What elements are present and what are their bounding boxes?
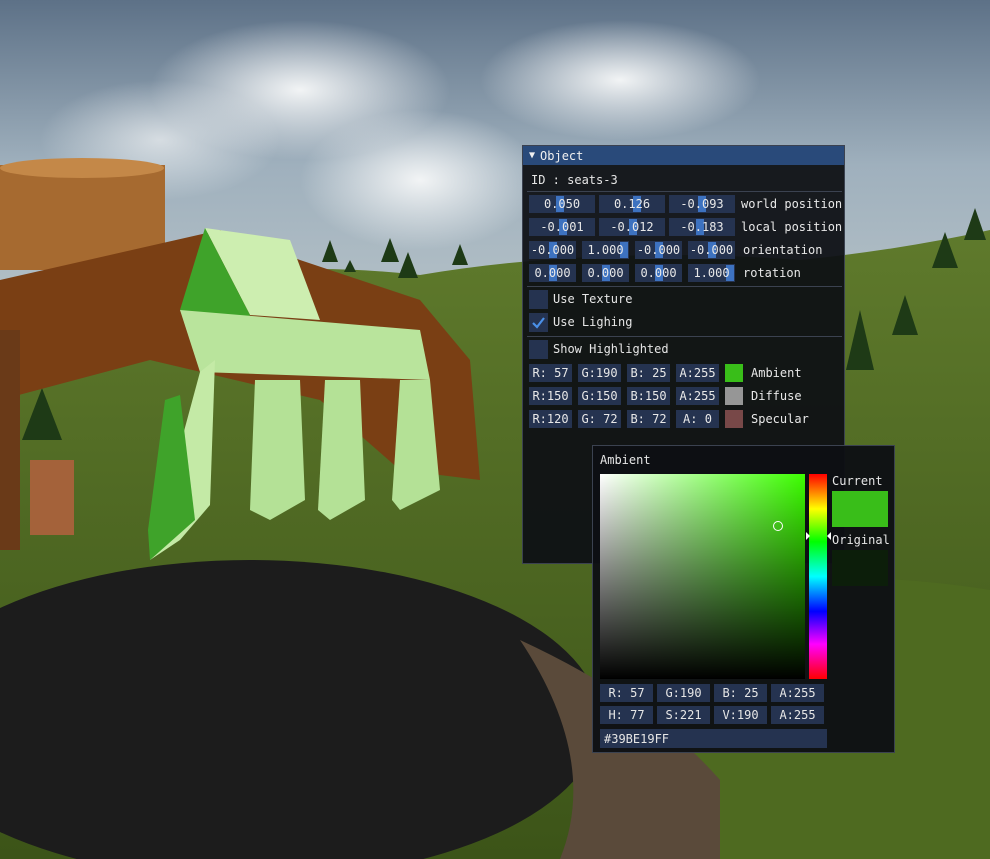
ambient-label: Ambient	[751, 365, 802, 380]
show-highlighted-checkbox[interactable]	[529, 340, 548, 359]
specular-label: Specular	[751, 411, 809, 426]
world-position-x[interactable]: 0.050	[529, 194, 595, 213]
rotation-w[interactable]: 1.000	[688, 263, 735, 282]
current-color-preview	[832, 491, 888, 527]
use-lighting-label: Use Lighing	[553, 315, 633, 329]
hue-marker-left-icon	[806, 532, 810, 540]
picker-a2-field[interactable]: A:255	[771, 706, 824, 724]
local-position-y[interactable]: -0.012	[599, 217, 665, 236]
picker-v-field[interactable]: V:190	[714, 706, 767, 724]
diffuse-row: R:150 G:150 B:150 A:255 Diffuse	[529, 386, 802, 405]
local-position-z[interactable]: -0.183	[669, 217, 735, 236]
world-position-row: 0.050 0.126 -0.093 world position	[529, 194, 842, 213]
picker-hsva-row: H: 77 S:221 V:190 A:255	[600, 706, 828, 724]
ambient-r-field[interactable]: R: 57	[529, 363, 572, 382]
hex-input[interactable]: #39BE19FF	[600, 729, 827, 748]
specular-row: R:120 G: 72 B: 72 A: 0 Specular	[529, 409, 809, 428]
ambient-g-field[interactable]: G:190	[578, 363, 621, 382]
checkmark-icon	[532, 317, 545, 329]
picker-h-field[interactable]: H: 77	[600, 706, 653, 724]
diffuse-g-field[interactable]: G:150	[578, 386, 621, 405]
divider	[527, 286, 842, 287]
orientation-row: -0.000 1.000 -0.000 -0.000 orientation	[529, 240, 822, 259]
rotation-row: 0.000 0.000 0.000 1.000 rotation	[529, 263, 801, 282]
diffuse-swatch[interactable]	[725, 386, 743, 405]
original-color-preview[interactable]	[832, 550, 888, 586]
specular-a-field[interactable]: A: 0	[676, 409, 719, 428]
rotation-z[interactable]: 0.000	[635, 263, 682, 282]
ambient-row: R: 57 G:190 B: 25 A:255 Ambient	[529, 363, 802, 382]
world-position-label: world position	[741, 196, 843, 211]
saturation-value-square[interactable]	[600, 474, 805, 679]
specular-g-field[interactable]: G: 72	[578, 409, 621, 428]
specular-b-field[interactable]: B: 72	[627, 409, 670, 428]
local-position-x[interactable]: -0.001	[529, 217, 595, 236]
ambient-color-picker[interactable]: Ambient Current Original R: 57 G:190 B: …	[592, 445, 895, 753]
use-texture-checkbox[interactable]	[529, 290, 548, 309]
panel-title: Object	[540, 148, 584, 163]
specular-swatch[interactable]	[725, 409, 743, 428]
collapse-triangle-icon[interactable]: ▼	[529, 150, 535, 161]
picker-b-field[interactable]: B: 25	[714, 684, 767, 702]
hue-slider[interactable]	[809, 474, 827, 679]
use-texture-label: Use Texture	[553, 292, 633, 306]
diffuse-label: Diffuse	[751, 388, 802, 403]
picker-s-field[interactable]: S:221	[657, 706, 710, 724]
object-panel-titlebar[interactable]: ▼ Object	[523, 146, 844, 165]
object-id: ID : seats-3	[531, 173, 618, 187]
divider	[527, 191, 842, 192]
rotation-label: rotation	[743, 265, 801, 280]
divider	[527, 336, 842, 337]
picker-g-field[interactable]: G:190	[657, 684, 710, 702]
orientation-w[interactable]: -0.000	[688, 240, 735, 259]
picker-title: Ambient	[600, 453, 651, 467]
rotation-x[interactable]: 0.000	[529, 263, 576, 282]
picker-a-field[interactable]: A:255	[771, 684, 824, 702]
local-position-row: -0.001 -0.012 -0.183 local position	[529, 217, 842, 236]
current-label: Current	[832, 474, 883, 488]
picker-r-field[interactable]: R: 57	[600, 684, 653, 702]
diffuse-b-field[interactable]: B:150	[627, 386, 670, 405]
specular-r-field[interactable]: R:120	[529, 409, 572, 428]
diffuse-r-field[interactable]: R:150	[529, 386, 572, 405]
use-lighting-checkbox[interactable]	[529, 313, 548, 332]
picker-rgba-row: R: 57 G:190 B: 25 A:255	[600, 684, 828, 702]
orientation-z[interactable]: -0.000	[635, 240, 682, 259]
original-label: Original	[832, 533, 890, 547]
hue-marker-right-icon	[827, 532, 831, 540]
ambient-a-field[interactable]: A:255	[676, 363, 719, 382]
ambient-swatch[interactable]	[725, 363, 743, 382]
orientation-x[interactable]: -0.000	[529, 240, 576, 259]
world-position-y[interactable]: 0.126	[599, 194, 665, 213]
local-position-label: local position	[741, 219, 843, 234]
orientation-label: orientation	[743, 242, 823, 257]
diffuse-a-field[interactable]: A:255	[676, 386, 719, 405]
show-highlighted-label: Show Highlighted	[553, 342, 669, 356]
orientation-y[interactable]: 1.000	[582, 240, 629, 259]
ambient-b-field[interactable]: B: 25	[627, 363, 670, 382]
sv-cursor-icon[interactable]	[773, 521, 783, 531]
world-position-z[interactable]: -0.093	[669, 194, 735, 213]
rotation-y[interactable]: 0.000	[582, 263, 629, 282]
